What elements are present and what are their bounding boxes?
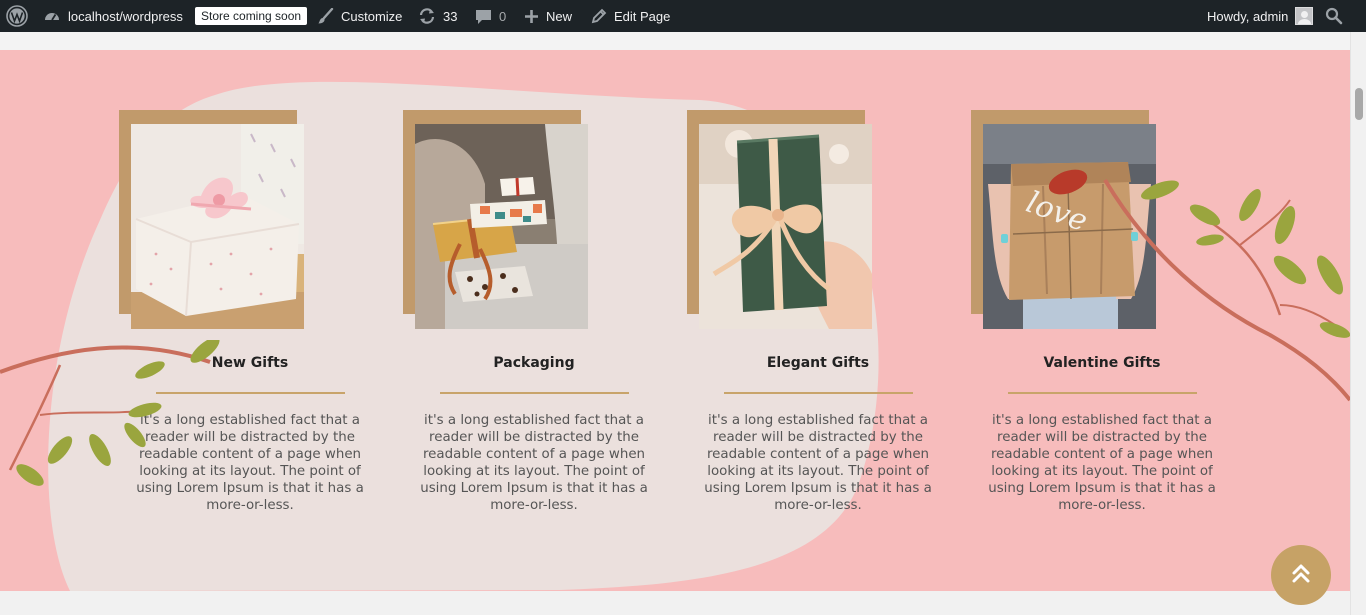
card-title: Packaging [493, 355, 575, 371]
new-gifts-image[interactable] [131, 124, 304, 329]
new-content-link[interactable]: New [524, 0, 572, 32]
customize-link[interactable]: Customize [317, 0, 402, 32]
edit-page-link[interactable]: Edit Page [591, 0, 670, 32]
card-divider [440, 392, 629, 394]
plus-icon [524, 9, 539, 24]
card-title: Elegant Gifts [766, 355, 870, 371]
card-description: it's a long established fact that a read… [420, 413, 648, 513]
scrollbar-thumb[interactable] [1355, 88, 1363, 120]
comments-count: 0 [499, 8, 507, 24]
avatar [1295, 7, 1314, 25]
card-description: it's a long established fact that a read… [988, 413, 1216, 513]
search-button[interactable] [1325, 0, 1343, 32]
card-packaging: Packaging it's a long established fact t… [403, 110, 648, 530]
card-divider [724, 392, 913, 394]
edit-page-label: Edit Page [614, 8, 671, 24]
paintbrush-icon [317, 7, 334, 25]
refresh-icon [418, 7, 436, 25]
card-description: it's a long established fact that a read… [704, 413, 932, 513]
packaging-image[interactable] [415, 124, 588, 329]
site-name-label: localhost/wordpress [68, 8, 183, 24]
store-badge-label: Store coming soon [195, 7, 308, 25]
decorative-branch-right [1103, 178, 1350, 402]
gift-categories-section: New Gifts it's a long established fact t… [0, 50, 1350, 591]
wordpress-logo-icon [6, 5, 28, 27]
my-account-link[interactable]: Howdy, admin [1207, 0, 1314, 32]
page-scrollbar[interactable] [1350, 32, 1366, 615]
decorative-branch-left [0, 340, 220, 486]
comments-link[interactable]: 0 [475, 0, 506, 32]
howdy-label: Howdy, admin [1207, 8, 1289, 24]
elegant-gifts-image[interactable] [699, 124, 872, 329]
customize-label: Customize [341, 8, 403, 24]
card-elegant-gifts: Elegant Gifts it's a long established fa… [687, 110, 932, 530]
site-name-link[interactable]: localhost/wordpress [43, 0, 183, 32]
comment-icon [475, 8, 492, 25]
chevron-double-up-icon [1289, 561, 1313, 589]
search-icon [1325, 7, 1343, 25]
store-coming-soon-badge[interactable]: Store coming soon [195, 0, 308, 32]
page-bottom-strip [0, 591, 1350, 615]
dashboard-icon [43, 7, 61, 25]
admin-bar: localhost/wordpress Store coming soon Cu… [0, 0, 1366, 32]
pencil-icon [591, 8, 607, 24]
updates-count: 33 [443, 8, 458, 24]
scroll-to-top-button[interactable] [1271, 545, 1331, 605]
updates-link[interactable]: 33 [418, 0, 457, 32]
wordpress-logo-button[interactable] [6, 0, 28, 32]
new-label: New [546, 8, 573, 24]
page-top-strip [0, 32, 1350, 50]
